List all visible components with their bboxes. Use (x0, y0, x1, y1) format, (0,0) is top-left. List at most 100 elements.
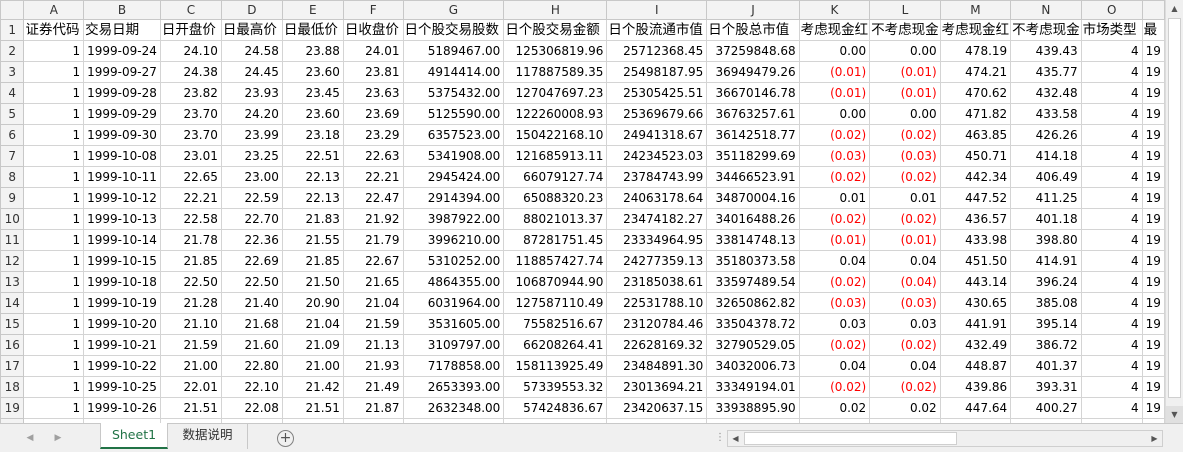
table-cell[interactable]: 1 (23, 61, 85, 83)
table-cell[interactable]: (0.03) (798, 292, 871, 314)
table-cell[interactable]: 23120784.46 (606, 313, 708, 335)
table-cell[interactable]: 33814748.13 (706, 229, 800, 251)
column-header[interactable]: I (606, 0, 708, 20)
scroll-left-icon[interactable]: ◀ (728, 431, 743, 446)
table-cell[interactable]: 3987922.00 (402, 208, 505, 230)
header-cell[interactable]: 市场类型 (1080, 19, 1143, 41)
table-cell[interactable]: 400.27 (1010, 397, 1082, 419)
table-cell[interactable]: 21.40 (220, 292, 283, 314)
table-cell[interactable]: 1999-09-28 (83, 82, 161, 104)
row-header[interactable]: 1 (0, 19, 25, 41)
table-cell[interactable]: 118857427.74 (503, 250, 608, 272)
vertical-scrollbar[interactable]: ▲ ▼ (1165, 0, 1183, 423)
table-cell[interactable]: 122260008.93 (503, 103, 608, 125)
table-cell[interactable]: (0.03) (869, 145, 941, 167)
table-cell[interactable]: 25305425.51 (606, 82, 708, 104)
table-cell[interactable]: 22.70 (220, 208, 283, 230)
table-cell[interactable]: 1999-09-30 (83, 124, 161, 146)
table-cell[interactable]: 33938895.90 (706, 397, 800, 419)
split-handle-icon[interactable]: ⋮ (715, 432, 725, 444)
table-cell[interactable]: 0.04 (798, 355, 871, 377)
column-header[interactable]: N (1010, 0, 1082, 20)
table-cell[interactable]: 23.60 (281, 61, 344, 83)
header-cell[interactable]: 日收盘价 (342, 19, 404, 41)
table-cell[interactable]: 21.78 (159, 229, 222, 251)
caret-right-icon[interactable]: ▶ (50, 430, 66, 446)
table-cell[interactable]: 1 (23, 187, 85, 209)
table-cell[interactable]: (0.01) (798, 82, 871, 104)
table-cell[interactable]: 21.13 (342, 334, 404, 356)
table-cell[interactable]: 19 (1141, 103, 1165, 125)
table-cell[interactable]: 22.51 (281, 145, 344, 167)
horizontal-scroll-thumb[interactable] (744, 432, 957, 445)
table-cell[interactable]: 23.60 (281, 103, 344, 125)
table-cell[interactable]: 21.68 (220, 313, 283, 335)
table-cell[interactable]: 5375432.00 (402, 82, 505, 104)
scroll-right-icon[interactable]: ▶ (1147, 431, 1162, 446)
table-cell[interactable]: 36763257.61 (706, 103, 800, 125)
table-cell[interactable]: (0.01) (869, 61, 941, 83)
header-cell[interactable]: 考虑现金红 (939, 19, 1012, 41)
table-cell[interactable]: 432.49 (939, 334, 1012, 356)
table-cell[interactable]: 23.69 (342, 103, 404, 125)
table-cell[interactable]: 5189467.00 (402, 40, 505, 62)
table-cell[interactable]: 22.65 (159, 166, 222, 188)
table-cell[interactable]: 19 (1141, 271, 1165, 293)
table-cell[interactable]: 125306819.96 (503, 40, 608, 62)
table-cell[interactable]: 4 (1080, 229, 1143, 251)
horizontal-scrollbar[interactable]: ◀ ▶ (727, 430, 1163, 447)
table-cell[interactable]: 0.04 (798, 250, 871, 272)
table-cell[interactable]: 385.08 (1010, 292, 1082, 314)
table-cell[interactable]: 1 (23, 355, 85, 377)
table-cell[interactable]: 21.55 (281, 229, 344, 251)
table-cell[interactable]: 23.00 (220, 166, 283, 188)
table-cell[interactable]: (0.02) (869, 376, 941, 398)
table-cell[interactable]: 4 (1080, 250, 1143, 272)
table-cell[interactable]: 66208264.41 (503, 334, 608, 356)
table-cell[interactable]: 21.92 (342, 208, 404, 230)
table-cell[interactable]: 0.04 (869, 250, 941, 272)
header-cell[interactable]: 证券代码 (23, 19, 85, 41)
header-cell[interactable]: 日最低价 (281, 19, 344, 41)
row-header[interactable]: 5 (0, 103, 25, 125)
select-all-corner[interactable] (0, 0, 25, 20)
table-cell[interactable]: 395.14 (1010, 313, 1082, 335)
table-cell[interactable]: (0.03) (869, 292, 941, 314)
table-cell[interactable]: 22.13 (281, 166, 344, 188)
table-cell[interactable]: 21.50 (281, 271, 344, 293)
table-cell[interactable]: 1 (23, 40, 85, 62)
table-cell[interactable]: 1999-10-12 (83, 187, 161, 209)
spreadsheet-grid[interactable]: A B C D E F G H I J K L M N O 1 证券代码 交易日… (0, 0, 1165, 423)
column-header[interactable]: F (342, 0, 404, 20)
table-cell[interactable]: 451.50 (939, 250, 1012, 272)
table-cell[interactable]: (0.01) (798, 229, 871, 251)
table-cell[interactable]: 1999-10-20 (83, 313, 161, 335)
table-cell[interactable]: 0.01 (798, 187, 871, 209)
table-cell[interactable]: 23334964.95 (606, 229, 708, 251)
table-cell[interactable]: 21.85 (281, 250, 344, 272)
table-cell[interactable]: 24.38 (159, 61, 222, 83)
column-header[interactable] (1141, 0, 1165, 20)
table-cell[interactable]: 4 (1080, 355, 1143, 377)
table-cell[interactable]: 4 (1080, 208, 1143, 230)
table-cell[interactable]: 6357523.00 (402, 124, 505, 146)
table-cell[interactable]: 22.13 (281, 187, 344, 209)
row-header[interactable]: 18 (0, 376, 25, 398)
header-cell[interactable]: 日个股流通市值 (606, 19, 708, 41)
table-cell[interactable]: 21.60 (220, 334, 283, 356)
table-cell[interactable]: 1 (23, 124, 85, 146)
table-cell[interactable]: 7178858.00 (402, 355, 505, 377)
table-cell[interactable]: 4914414.00 (402, 61, 505, 83)
table-cell[interactable]: 22.21 (342, 166, 404, 188)
table-cell[interactable]: 24234523.03 (606, 145, 708, 167)
table-cell[interactable]: 1 (23, 166, 85, 188)
table-cell[interactable]: 21.04 (281, 313, 344, 335)
table-cell[interactable]: 19 (1141, 82, 1165, 104)
table-cell[interactable]: 22.80 (220, 355, 283, 377)
table-cell[interactable]: 21.09 (281, 334, 344, 356)
table-cell[interactable]: (0.03) (798, 145, 871, 167)
row-header[interactable]: 16 (0, 334, 25, 356)
table-cell[interactable]: 435.77 (1010, 61, 1082, 83)
table-cell[interactable]: 22.69 (220, 250, 283, 272)
row-header[interactable]: 11 (0, 229, 25, 251)
